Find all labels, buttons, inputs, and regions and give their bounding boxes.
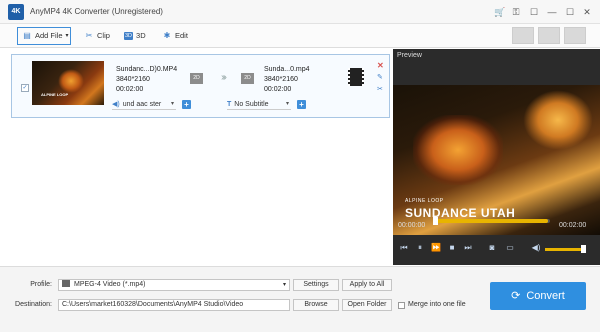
clip-button[interactable]: ✂ Clip <box>84 27 110 45</box>
video-format-icon <box>62 280 70 287</box>
pause-icon[interactable]: ⏸ <box>415 243 425 253</box>
previous-icon[interactable]: ⏮ <box>399 243 409 253</box>
preview-video[interactable]: ALPINE LOOP SUNDANCE UTAH <box>393 85 600 235</box>
key-icon[interactable]: ⚿ <box>510 6 522 18</box>
profile-select[interactable]: MPEG-4 Video (*.mp4) ▾ <box>58 279 290 291</box>
video-caption-title: SUNDANCE UTAH <box>405 206 516 220</box>
app-logo: 4K <box>8 4 24 20</box>
open-folder-button[interactable]: Open Folder <box>342 299 392 311</box>
current-time: 00:00:00 <box>398 222 426 229</box>
3d-icon: 3D <box>124 32 134 40</box>
seek-bar-fill <box>435 219 548 223</box>
close-icon[interactable]: ✕ <box>581 6 593 18</box>
output-device-button[interactable] <box>512 27 534 44</box>
settings-button[interactable]: Settings <box>293 279 339 291</box>
output-resolution: 3840*2160 <box>264 76 298 83</box>
subtitle-select[interactable]: T No Subtitle ▾ <box>227 99 291 110</box>
maximize-icon[interactable]: ☐ <box>564 6 576 18</box>
output-filename[interactable]: Sunda...0.mp4 <box>264 65 310 75</box>
add-subtitle-button[interactable]: + <box>297 100 306 109</box>
next-icon[interactable]: ⏭ <box>463 243 473 253</box>
chevron-down-icon: ▾ <box>282 282 286 288</box>
destination-field[interactable]: C:\Users\market160328\Documents\AnyMP4 S… <box>58 299 290 311</box>
add-file-icon: ▤ <box>23 31 31 40</box>
preview-title: Preview <box>397 52 422 59</box>
add-file-label: Add File <box>35 31 63 40</box>
edit-file-icon[interactable]: ✎ <box>377 73 383 81</box>
output-info: Sunda...0.mp4 3840*2160 00:02:00 <box>264 65 310 95</box>
stop-icon[interactable]: ■ <box>447 243 457 253</box>
folder-icon[interactable]: ▭ <box>505 243 515 253</box>
profile-label: Profile: <box>30 281 52 288</box>
merge-label: Merge into one file <box>408 301 466 308</box>
speaker-icon: ◀) <box>112 100 120 108</box>
edit-label: Edit <box>175 31 188 40</box>
volume-icon[interactable]: ◀) <box>531 243 541 253</box>
source-info: Sundanc...D)0.MP4 3840*2160 00:02:00 <box>116 65 177 95</box>
audio-track-select[interactable]: ◀) und aac ster ▾ <box>112 99 176 110</box>
title-bar: 4K AnyMP4 4K Converter (Unregistered) 🛒 … <box>0 0 600 24</box>
file-checkbox[interactable]: ✓ <box>21 84 29 92</box>
convert-button[interactable]: ⟳ Convert <box>490 282 586 310</box>
file-row[interactable]: ✓ ALPINE LOOP Sundanc...D)0.MP4 3840*216… <box>11 54 390 118</box>
volume-handle[interactable] <box>581 245 586 253</box>
profile-value: MPEG-4 Video (*.mp4) <box>74 281 146 288</box>
seek-bar-handle[interactable] <box>433 217 438 225</box>
file-list: ✓ ALPINE LOOP Sundanc...D)0.MP4 3840*216… <box>8 50 390 262</box>
fast-forward-icon[interactable]: ⏩ <box>431 243 441 253</box>
cart-icon[interactable]: 🛒 <box>494 6 506 18</box>
total-time: 00:02:00 <box>559 222 587 229</box>
2d-badge: 2D <box>241 73 254 84</box>
output-device-button[interactable] <box>538 27 560 44</box>
audio-track-value: und aac ster <box>122 100 162 108</box>
subtitle-value: No Subtitle <box>234 100 269 108</box>
merge-checkbox[interactable] <box>398 302 405 309</box>
toolbar: ▤ Add File ▾ ✂ Clip 3D 3D ✱ Edit <box>0 24 600 48</box>
chevron-down-icon: ▾ <box>285 100 289 107</box>
source-filename: Sundanc...D)0.MP4 <box>116 66 178 73</box>
snapshot-icon[interactable]: ◙ <box>487 243 497 253</box>
video-thumbnail[interactable]: ALPINE LOOP <box>32 61 104 105</box>
minimize-icon[interactable]: — <box>546 6 558 18</box>
app-title: AnyMP4 4K Converter (Unregistered) <box>30 7 163 16</box>
add-audio-button[interactable]: + <box>182 100 191 109</box>
preview-panel: Preview ALPINE LOOP SUNDANCE UTAH <box>393 49 600 265</box>
3d-label: 3D <box>136 31 146 40</box>
3d-button[interactable]: 3D 3D <box>124 27 146 45</box>
convert-label: Convert <box>526 290 565 302</box>
edit-icon: ✱ <box>163 31 171 40</box>
output-device-button[interactable] <box>564 27 586 44</box>
scissors-icon: ✂ <box>85 31 93 40</box>
refresh-icon: ⟳ <box>511 290 521 302</box>
remove-file-icon[interactable]: ✕ <box>377 61 384 70</box>
convert-arrows-icon: ››› <box>221 72 227 83</box>
chevron-down-icon: ▾ <box>65 33 69 39</box>
source-duration: 00:02:00 <box>116 86 144 93</box>
chevron-down-icon: ▾ <box>170 100 174 107</box>
edit-button[interactable]: ✱ Edit <box>162 27 188 45</box>
volume-slider[interactable] <box>545 248 585 251</box>
subtitle-icon: T <box>227 100 232 108</box>
add-file-button[interactable]: ▤ Add File ▾ <box>17 27 71 45</box>
video-caption-small: ALPINE LOOP <box>405 198 444 204</box>
thumbnail-caption: ALPINE LOOP <box>41 92 69 97</box>
clip-label: Clip <box>97 31 110 40</box>
seek-bar[interactable] <box>433 217 550 225</box>
clip-file-icon[interactable]: ✂ <box>377 85 383 93</box>
output-duration: 00:02:00 <box>264 86 292 93</box>
film-icon[interactable] <box>348 68 364 86</box>
apply-to-all-button[interactable]: Apply to All <box>342 279 392 291</box>
source-resolution: 3840*2160 <box>116 76 150 83</box>
destination-label: Destination: <box>15 301 52 308</box>
browse-button[interactable]: Browse <box>293 299 339 311</box>
feedback-icon[interactable]: ☐ <box>528 6 540 18</box>
2d-badge: 2D <box>190 73 203 84</box>
